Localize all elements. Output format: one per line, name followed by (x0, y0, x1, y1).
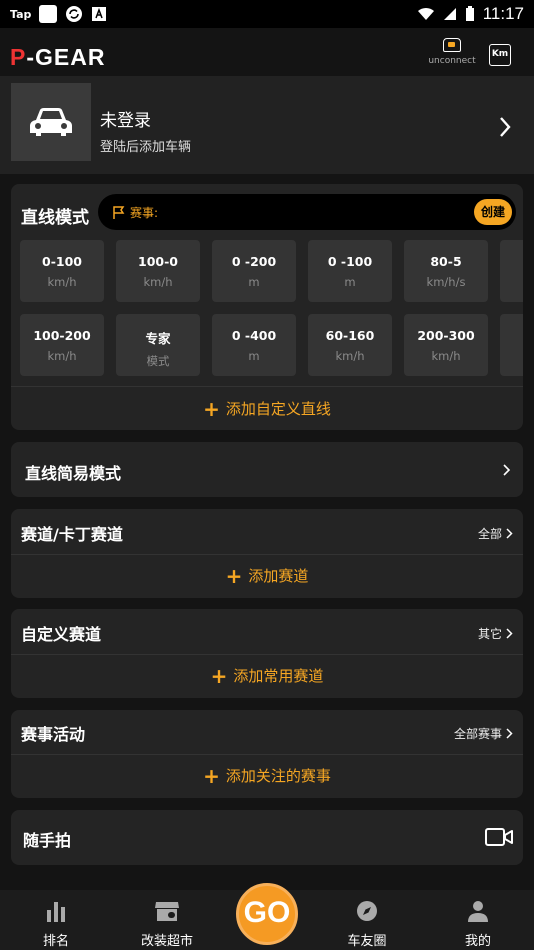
mode-tile-100-200[interactable]: 100-200 km/h (20, 314, 104, 376)
device-connect-button[interactable]: unconnect (428, 38, 476, 66)
notification-icon (39, 5, 58, 23)
car-icon (30, 108, 72, 136)
user-icon (468, 901, 488, 922)
go-button[interactable]: GO (236, 883, 298, 945)
plus-icon: + (225, 564, 243, 588)
add-custom-straight-button[interactable]: + 添加自定义直线 (11, 397, 523, 421)
mode-tile-0-200m[interactable]: 0 -200 m (212, 240, 296, 302)
unit-toggle-button[interactable]: Km (489, 44, 511, 66)
mode-tile-60-160[interactable]: 60-160 km/h (308, 314, 392, 376)
plus-icon: + (203, 764, 220, 788)
add-common-track-button[interactable]: + 添加常用赛道 (11, 664, 523, 688)
tiles-row-2: 100-200 km/h 专家 模式 0 -400 m 60-160 km/h 200-… (20, 314, 523, 376)
track-title: 赛道/卡丁赛道 (21, 525, 123, 544)
nav-mine[interactable]: 我的 (433, 890, 523, 950)
app-header: P-GEAR unconnect Km (0, 28, 534, 76)
chevron-right-icon (506, 528, 513, 539)
straight-mode-title: 直线模式 (21, 208, 89, 228)
app-a-icon (92, 7, 107, 21)
events-all-link[interactable]: 全部赛事 (454, 725, 513, 742)
race-bar[interactable]: 赛事: 创建 (98, 194, 516, 230)
chevron-right-icon (506, 728, 513, 739)
compass-icon (357, 901, 377, 921)
chevron-right-icon (503, 464, 511, 476)
status-bar: Tap 11:17 (0, 0, 534, 28)
status-time: 11:17 (482, 4, 524, 23)
car-avatar (11, 83, 91, 161)
mode-tile-0-100[interactable]: 0-100 km/h (20, 240, 104, 302)
mode-tile-80-5[interactable]: 80-5 km/h/s (404, 240, 488, 302)
user-name: 未登录 (100, 111, 151, 131)
straight-mode-card: 直线模式 赛事: 创建 0-100 km/h 100-0 km/h 0 -200 m … (11, 184, 523, 430)
plus-icon: + (210, 664, 228, 688)
events-card: 赛事活动 全部赛事 + 添加关注的赛事 (11, 710, 523, 798)
mode-tile-partial-2[interactable] (500, 314, 523, 376)
add-track-button[interactable]: + 添加赛道 (11, 564, 523, 588)
user-login-card[interactable]: 未登录 登陆后添加车辆 (0, 76, 534, 174)
custom-track-card: 自定义赛道 其它 + 添加常用赛道 (11, 609, 523, 698)
simple-mode-row[interactable]: 直线简易模式 (11, 442, 523, 497)
mode-tile-200-300[interactable]: 200-300 km/h (404, 314, 488, 376)
store-icon (155, 902, 179, 921)
flag-icon (113, 205, 125, 219)
sync-icon (66, 6, 83, 22)
create-button[interactable]: 创建 (474, 199, 512, 225)
app-logo: P-GEAR (10, 44, 106, 70)
track-card: 赛道/卡丁赛道 全部 + 添加赛道 (11, 509, 523, 598)
race-label: 赛事: (130, 206, 159, 220)
mode-tile-0-400m[interactable]: 0 -400 m (212, 314, 296, 376)
snapshot-row[interactable]: 随手拍 (11, 810, 523, 865)
device-icon (443, 38, 461, 52)
signal-icon (443, 8, 456, 20)
plus-icon: + (203, 397, 220, 421)
nav-mod-store[interactable]: 改装超市 (122, 890, 212, 950)
wifi-icon (417, 7, 434, 20)
nav-car-club[interactable]: 车友圈 (322, 890, 412, 950)
custom-track-title: 自定义赛道 (21, 625, 102, 644)
user-subtitle: 登陆后添加车辆 (100, 140, 192, 155)
events-title: 赛事活动 (21, 725, 86, 744)
mode-tile-0-100m[interactable]: 0 -100 m (308, 240, 392, 302)
custom-track-other-link[interactable]: 其它 (478, 625, 513, 642)
battery-icon (465, 6, 474, 21)
bar-chart-icon (47, 902, 65, 922)
track-all-link[interactable]: 全部 (478, 525, 513, 542)
chevron-right-icon (500, 117, 511, 137)
mode-tile-100-0[interactable]: 100-0 km/h (116, 240, 200, 302)
status-app-label: Tap (10, 7, 32, 21)
video-camera-icon (485, 828, 513, 846)
simple-mode-title: 直线简易模式 (25, 464, 122, 483)
mode-tile-partial[interactable] (500, 240, 523, 302)
tiles-row-1: 0-100 km/h 100-0 km/h 0 -200 m 0 -100 m 80-5… (20, 240, 523, 302)
snapshot-title: 随手拍 (23, 831, 72, 850)
unconnect-label: unconnect (428, 56, 476, 66)
mode-tile-expert[interactable]: 专家 模式 (116, 314, 200, 376)
chevron-right-icon (506, 628, 513, 639)
add-follow-event-button[interactable]: + 添加关注的赛事 (11, 764, 523, 788)
nav-ranking[interactable]: 排名 (11, 890, 101, 950)
